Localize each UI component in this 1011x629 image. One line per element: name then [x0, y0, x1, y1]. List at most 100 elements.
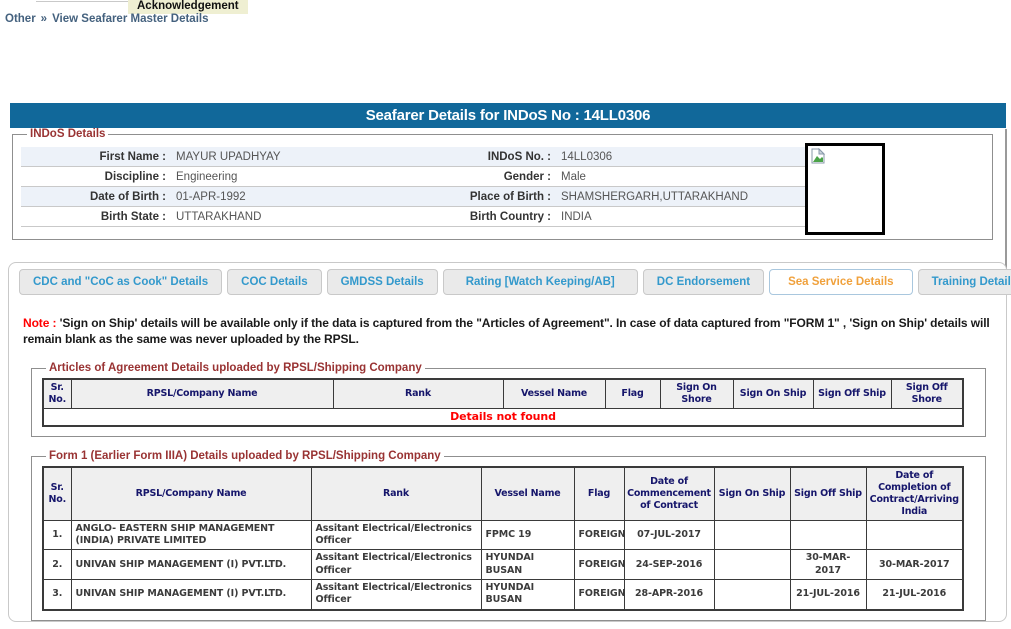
cell-sign-on-ship	[714, 520, 790, 550]
cell-flag: FOREIGN	[574, 550, 624, 580]
col-flag: Flag	[574, 467, 624, 520]
broken-image-icon	[810, 148, 826, 164]
breadcrumb: Other » View Seafarer Master Details	[5, 13, 208, 25]
col-rank: Rank	[311, 467, 481, 520]
field-value-date-of-birth: 01-APR-1992	[171, 187, 451, 207]
field-value-discipline: Engineering	[171, 167, 451, 187]
cell-vessel: HYUNDAI BUSAN	[481, 580, 574, 610]
cell-sign-off-ship: 21-JUL-2016	[790, 580, 866, 610]
cell-sr-no: 1.	[43, 520, 71, 550]
note-prefix: Note :	[23, 316, 56, 330]
sign-on-ship-note: Note : 'Sign on Ship' details will be av…	[23, 316, 996, 347]
seafarer-tabs-panel: CDC and "CoC as Cook" Details COC Detail…	[8, 262, 1007, 622]
col-sign-on-ship: Sign On Ship	[714, 467, 790, 520]
col-date-of-completion: Date of Completion of Contract/Arriving …	[866, 467, 963, 520]
cell-rank: Assitant Electrical/Electronics Officer	[311, 550, 481, 580]
articles-table: Sr. No. RPSL/Company Name Rank Vessel Na…	[42, 378, 964, 427]
indos-row: Discipline : Engineering Gender : Male	[21, 167, 810, 187]
table-row: Details not found	[43, 408, 963, 426]
field-value-place-of-birth: SHAMSHERGARH,UTTARAKHAND	[556, 187, 810, 207]
tab-dc-endorsement[interactable]: DC Endorsement	[643, 269, 764, 295]
page-title: Seafarer Details for INDoS No : 14LL0306	[10, 103, 1006, 128]
cell-sr-no: 3.	[43, 580, 71, 610]
field-label-indos-no: INDoS No. :	[451, 147, 556, 167]
form1-table: Sr. No. RPSL/Company Name Rank Vessel Na…	[42, 466, 964, 611]
breadcrumb-separator: »	[41, 13, 47, 25]
cell-vessel: HYUNDAI BUSAN	[481, 550, 574, 580]
cell-commencement: 28-APR-2016	[624, 580, 714, 610]
tab-coc-details[interactable]: COC Details	[227, 269, 321, 295]
cell-sign-off-ship	[790, 520, 866, 550]
cell-sign-on-ship	[714, 550, 790, 580]
col-sign-off-ship: Sign Off Ship	[790, 467, 866, 520]
col-rpsl-company-name: RPSL/Company Name	[71, 467, 311, 520]
tab-bar: CDC and "CoC as Cook" Details COC Detail…	[19, 269, 998, 295]
cell-vessel: FPMC 19	[481, 520, 574, 550]
indos-row: First Name : MAYUR UPADHYAY INDoS No. : …	[21, 147, 810, 167]
cell-commencement: 24-SEP-2016	[624, 550, 714, 580]
tab-sea-service-details[interactable]: Sea Service Details	[769, 269, 913, 295]
table-header-row: Sr. No. RPSL/Company Name Rank Vessel Na…	[43, 467, 963, 520]
breadcrumb-root[interactable]: Other	[5, 13, 36, 25]
menu-item-acknowledgement[interactable]: Acknowledgement	[128, 0, 248, 14]
tab-rating-watch-keeping-ab[interactable]: Rating [Watch Keeping/AB]	[443, 269, 638, 295]
col-rpsl-company-name: RPSL/Company Name	[71, 379, 333, 408]
field-label-first-name: First Name :	[21, 147, 171, 167]
cell-rank: Assitant Electrical/Electronics Officer	[311, 520, 481, 550]
details-not-found-message: Details not found	[43, 408, 963, 426]
cell-company: UNIVAN SHIP MANAGEMENT (I) PVT.LTD.	[71, 550, 311, 580]
col-rank: Rank	[333, 379, 503, 408]
field-value-indos-no: 14LL0306	[556, 147, 810, 167]
col-sign-on-ship: Sign On Ship	[733, 379, 813, 408]
field-value-first-name: MAYUR UPADHYAY	[171, 147, 451, 167]
cell-flag: FOREIGN	[574, 580, 624, 610]
indos-details-grid: First Name : MAYUR UPADHYAY INDoS No. : …	[21, 147, 810, 227]
field-label-discipline: Discipline :	[21, 167, 171, 187]
col-sign-off-shore: Sign Off Shore	[891, 379, 963, 408]
cell-company: UNIVAN SHIP MANAGEMENT (I) PVT.LTD.	[71, 580, 311, 610]
cell-sr-no: 2.	[43, 550, 71, 580]
cell-rank: Assitant Electrical/Electronics Officer	[311, 580, 481, 610]
field-value-birth-state: UTTARAKHAND	[171, 207, 451, 227]
col-vessel-name: Vessel Name	[481, 467, 574, 520]
col-date-of-commencement: Date of Commencement of Contract	[624, 467, 714, 520]
cell-completion: 21-JUL-2016	[866, 580, 963, 610]
col-vessel-name: Vessel Name	[503, 379, 605, 408]
cell-company: ANGLO- EASTERN SHIP MANAGEMENT (INDIA) P…	[71, 520, 311, 550]
table-row: 2. UNIVAN SHIP MANAGEMENT (I) PVT.LTD. A…	[43, 550, 963, 580]
cell-completion	[866, 520, 963, 550]
table-header-row: Sr. No. RPSL/Company Name Rank Vessel Na…	[43, 379, 963, 408]
col-sign-off-ship: Sign Off Ship	[813, 379, 891, 408]
form1-section: Form 1 (Earlier Form IIIA) Details uploa…	[31, 450, 986, 621]
cell-flag: FOREIGN	[574, 520, 624, 550]
field-label-birth-country: Birth Country :	[451, 207, 556, 227]
seafarer-photo	[805, 143, 885, 235]
field-label-gender: Gender :	[451, 167, 556, 187]
cell-completion: 30-MAR-2017	[866, 550, 963, 580]
col-sr-no: Sr. No.	[43, 379, 71, 408]
menu-bar-divider	[36, 1, 128, 2]
indos-row: Date of Birth : 01-APR-1992 Place of Bir…	[21, 187, 810, 207]
field-label-place-of-birth: Place of Birth :	[451, 187, 556, 207]
field-label-date-of-birth: Date of Birth :	[21, 187, 171, 207]
tab-training-details[interactable]: Training Details	[918, 269, 1011, 295]
cell-commencement: 07-JUL-2017	[624, 520, 714, 550]
note-text: 'Sign on Ship' details will be available…	[23, 316, 990, 346]
cell-sign-on-ship	[714, 580, 790, 610]
table-row: 3. UNIVAN SHIP MANAGEMENT (I) PVT.LTD. A…	[43, 580, 963, 610]
field-value-gender: Male	[556, 167, 810, 187]
col-sr-no: Sr. No.	[43, 467, 71, 520]
breadcrumb-current: View Seafarer Master Details	[52, 13, 208, 25]
indos-details-legend: INDoS Details	[27, 128, 108, 140]
col-sign-on-shore: Sign On Shore	[660, 379, 733, 408]
articles-legend: Articles of Agreement Details uploaded b…	[46, 362, 425, 374]
form1-legend: Form 1 (Earlier Form IIIA) Details uploa…	[46, 450, 444, 462]
indos-row: Birth State : UTTARAKHAND Birth Country …	[21, 207, 810, 227]
articles-of-agreement-section: Articles of Agreement Details uploaded b…	[31, 362, 986, 437]
table-row: 1. ANGLO- EASTERN SHIP MANAGEMENT (INDIA…	[43, 520, 963, 550]
cell-sign-off-ship: 30-MAR-2017	[790, 550, 866, 580]
col-flag: Flag	[605, 379, 660, 408]
tab-gmdss-details[interactable]: GMDSS Details	[327, 269, 438, 295]
field-value-birth-country: INDIA	[556, 207, 810, 227]
tab-cdc-coc-as-cook-details[interactable]: CDC and "CoC as Cook" Details	[19, 269, 222, 295]
